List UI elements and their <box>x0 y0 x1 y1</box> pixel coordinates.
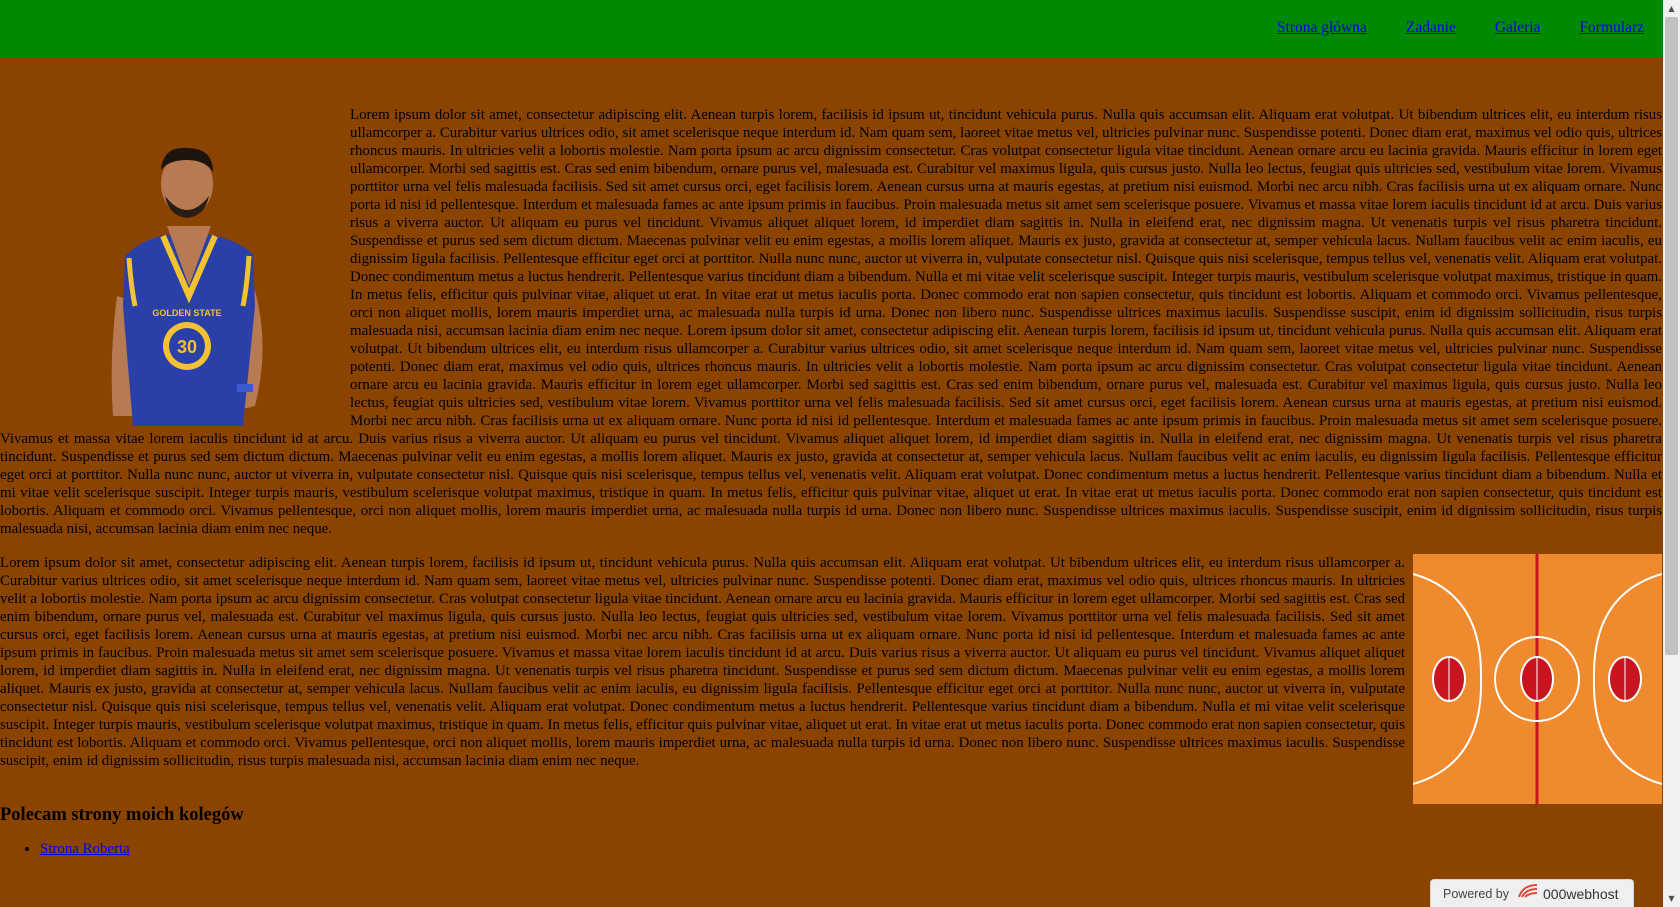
friend-link-robert[interactable]: Strona Roberta <box>40 841 130 857</box>
main-content: 30 GOLDEN STATE Lorem ipsum dolor sit am… <box>0 106 1663 858</box>
scroll-down-arrow-icon[interactable]: ▼ <box>1663 890 1680 907</box>
powered-by-label: Powered by <box>1443 886 1510 901</box>
jersey-text: GOLDEN STATE <box>152 308 221 318</box>
scroll-up-arrow-icon[interactable]: ▲ <box>1663 0 1680 17</box>
basketball-court-icon <box>1412 554 1663 804</box>
nav-link-form[interactable]: Formularz <box>1579 19 1644 37</box>
main-nav: Strona główna Zadanie Galeria Formularz <box>1277 19 1644 37</box>
webhost-logo-icon <box>1517 883 1539 904</box>
nav-link-gallery[interactable]: Galeria <box>1495 19 1541 37</box>
web-page: Strona główna Zadanie Galeria Formularz <box>0 0 1663 907</box>
nav-link-task[interactable]: Zadanie <box>1406 19 1456 37</box>
basketball-player-icon: 30 GOLDEN STATE <box>111 147 263 426</box>
basketball-player-image: 30 GOLDEN STATE <box>0 106 341 426</box>
jersey-number: 30 <box>177 337 197 357</box>
powered-by-badge[interactable]: Powered by 000webhost <box>1430 879 1634 907</box>
nav-link-home[interactable]: Strona główna <box>1277 19 1367 37</box>
powered-by-brand: 000webhost <box>1543 885 1619 902</box>
friends-links-list: Strona Roberta <box>0 840 1662 858</box>
scrollbar-thumb[interactable] <box>1665 17 1678 655</box>
friends-heading: Polecam strony moich kolegów <box>0 805 244 825</box>
list-item: Strona Roberta <box>40 840 1662 858</box>
basketball-court-image <box>1412 554 1663 804</box>
top-navigation-bar: Strona główna Zadanie Galeria Formularz <box>0 0 1663 57</box>
vertical-scrollbar[interactable]: ▲ ▼ <box>1663 0 1680 907</box>
